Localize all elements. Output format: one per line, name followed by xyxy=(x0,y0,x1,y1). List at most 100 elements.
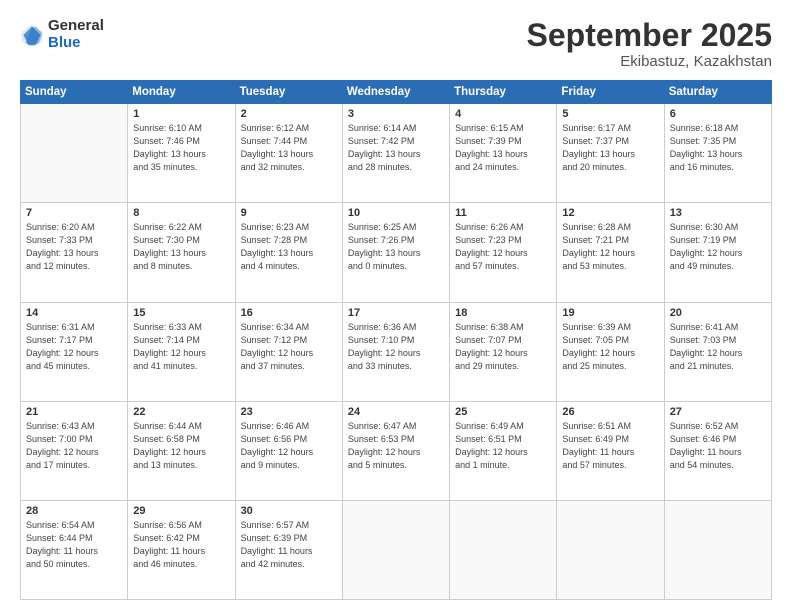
day-number: 3 xyxy=(348,108,444,120)
calendar-week-1: 1 Sunrise: 6:10 AM Sunset: 7:46 PM Daylig… xyxy=(21,104,772,203)
table-row: 7 Sunrise: 6:20 AM Sunset: 7:33 PM Daylig… xyxy=(21,203,128,302)
day-info: Sunrise: 6:14 AM Sunset: 7:42 PM Dayligh… xyxy=(348,122,444,174)
table-row: 6Sunrise: 6:18 AM Sunset: 7:35 PM Daylig… xyxy=(664,104,771,203)
table-row: 19 Sunrise: 6:39 AM Sunset: 7:05 PM Dayli… xyxy=(557,302,664,401)
day-number: 1 xyxy=(133,108,229,120)
day-number: 7 xyxy=(26,207,122,219)
table-row: 11Sunrise: 6:26 AM Sunset: 7:23 PM Dayli… xyxy=(450,203,557,302)
calendar-week-4: 21 Sunrise: 6:43 AM Sunset: 7:00 PM Dayli… xyxy=(21,401,772,500)
day-info: Sunrise: 6:41 AM Sunset: 7:03 PM Dayligh… xyxy=(670,321,766,373)
table-row: 18 Sunrise: 6:38 AM Sunset: 7:07 PM Dayli… xyxy=(450,302,557,401)
table-row: 9Sunrise: 6:23 AM Sunset: 7:28 PM Daylig… xyxy=(235,203,342,302)
day-info: Sunrise: 6:49 AM Sunset: 6:51 PM Dayligh… xyxy=(455,420,551,472)
day-number: 24 xyxy=(348,406,444,418)
day-info: Sunrise: 6:10 AM Sunset: 7:46 PM Dayligh… xyxy=(133,122,229,174)
table-row: 12Sunrise: 6:28 AM Sunset: 7:21 PM Dayli… xyxy=(557,203,664,302)
day-number: 16 xyxy=(241,307,337,319)
title-block: September 2025 Ekibastuz, Kazakhstan xyxy=(527,18,772,70)
table-row: 26Sunrise: 6:51 AM Sunset: 6:49 PM Dayli… xyxy=(557,401,664,500)
table-row: 13 Sunrise: 6:30 AM Sunset: 7:19 PM Dayli… xyxy=(664,203,771,302)
day-info: Sunrise: 6:44 AM Sunset: 6:58 PM Dayligh… xyxy=(133,420,229,472)
day-number: 29 xyxy=(133,505,229,517)
day-info: Sunrise: 6:22 AM Sunset: 7:30 PM Dayligh… xyxy=(133,221,229,273)
table-row: 2 Sunrise: 6:12 AM Sunset: 7:44 PM Daylig… xyxy=(235,104,342,203)
day-info: Sunrise: 6:31 AM Sunset: 7:17 PM Dayligh… xyxy=(26,321,122,373)
day-number: 26 xyxy=(562,406,658,418)
logo-icon xyxy=(20,23,44,47)
day-number: 23 xyxy=(241,406,337,418)
header: General Blue September 2025 Ekibastuz, K… xyxy=(20,18,772,70)
location: Ekibastuz, Kazakhstan xyxy=(527,53,772,70)
day-info: Sunrise: 6:52 AM Sunset: 6:46 PM Dayligh… xyxy=(670,420,766,472)
day-info: Sunrise: 6:36 AM Sunset: 7:10 PM Dayligh… xyxy=(348,321,444,373)
day-info: Sunrise: 6:57 AM Sunset: 6:39 PM Dayligh… xyxy=(241,519,337,571)
day-number: 12 xyxy=(562,207,658,219)
table-row xyxy=(664,500,771,599)
table-row: 22 Sunrise: 6:44 AM Sunset: 6:58 PM Dayli… xyxy=(128,401,235,500)
day-number: 13 xyxy=(670,207,766,219)
table-row: 23Sunrise: 6:46 AM Sunset: 6:56 PM Dayli… xyxy=(235,401,342,500)
table-row xyxy=(557,500,664,599)
table-row: 8 Sunrise: 6:22 AM Sunset: 7:30 PM Daylig… xyxy=(128,203,235,302)
day-info: Sunrise: 6:20 AM Sunset: 7:33 PM Dayligh… xyxy=(26,221,122,273)
day-number: 10 xyxy=(348,207,444,219)
day-info: Sunrise: 6:26 AM Sunset: 7:23 PM Dayligh… xyxy=(455,221,551,273)
table-row xyxy=(342,500,449,599)
page: General Blue September 2025 Ekibastuz, K… xyxy=(0,0,792,612)
day-info: Sunrise: 6:56 AM Sunset: 6:42 PM Dayligh… xyxy=(133,519,229,571)
logo: General Blue xyxy=(20,18,104,51)
day-number: 4 xyxy=(455,108,551,120)
table-row: 3 Sunrise: 6:14 AM Sunset: 7:42 PM Daylig… xyxy=(342,104,449,203)
table-row: 10 Sunrise: 6:25 AM Sunset: 7:26 PM Dayli… xyxy=(342,203,449,302)
table-row: 4Sunrise: 6:15 AM Sunset: 7:39 PM Daylig… xyxy=(450,104,557,203)
day-number: 5 xyxy=(562,108,658,120)
table-row: 14 Sunrise: 6:31 AM Sunset: 7:17 PM Dayli… xyxy=(21,302,128,401)
day-number: 17 xyxy=(348,307,444,319)
logo-general: General xyxy=(48,18,104,35)
logo-text: General Blue xyxy=(48,18,104,51)
day-number: 28 xyxy=(26,505,122,517)
col-wednesday: Wednesday xyxy=(342,81,449,104)
table-row: 21 Sunrise: 6:43 AM Sunset: 7:00 PM Dayli… xyxy=(21,401,128,500)
day-info: Sunrise: 6:17 AM Sunset: 7:37 PM Dayligh… xyxy=(562,122,658,174)
day-number: 8 xyxy=(133,207,229,219)
col-thursday: Thursday xyxy=(450,81,557,104)
calendar-week-5: 28 Sunrise: 6:54 AM Sunset: 6:44 PM Dayli… xyxy=(21,500,772,599)
col-saturday: Saturday xyxy=(664,81,771,104)
day-number: 15 xyxy=(133,307,229,319)
col-sunday: Sunday xyxy=(21,81,128,104)
table-row xyxy=(450,500,557,599)
day-info: Sunrise: 6:47 AM Sunset: 6:53 PM Dayligh… xyxy=(348,420,444,472)
day-info: Sunrise: 6:33 AM Sunset: 7:14 PM Dayligh… xyxy=(133,321,229,373)
day-number: 2 xyxy=(241,108,337,120)
day-info: Sunrise: 6:54 AM Sunset: 6:44 PM Dayligh… xyxy=(26,519,122,571)
table-row: 17 Sunrise: 6:36 AM Sunset: 7:10 PM Dayli… xyxy=(342,302,449,401)
table-row: 20Sunrise: 6:41 AM Sunset: 7:03 PM Dayli… xyxy=(664,302,771,401)
day-number: 25 xyxy=(455,406,551,418)
day-info: Sunrise: 6:43 AM Sunset: 7:00 PM Dayligh… xyxy=(26,420,122,472)
day-number: 22 xyxy=(133,406,229,418)
day-info: Sunrise: 6:12 AM Sunset: 7:44 PM Dayligh… xyxy=(241,122,337,174)
table-row: 28 Sunrise: 6:54 AM Sunset: 6:44 PM Dayli… xyxy=(21,500,128,599)
day-number: 19 xyxy=(562,307,658,319)
table-row: 30Sunrise: 6:57 AM Sunset: 6:39 PM Dayli… xyxy=(235,500,342,599)
col-tuesday: Tuesday xyxy=(235,81,342,104)
table-row: 5 Sunrise: 6:17 AM Sunset: 7:37 PM Daylig… xyxy=(557,104,664,203)
day-info: Sunrise: 6:39 AM Sunset: 7:05 PM Dayligh… xyxy=(562,321,658,373)
day-number: 18 xyxy=(455,307,551,319)
col-monday: Monday xyxy=(128,81,235,104)
day-info: Sunrise: 6:30 AM Sunset: 7:19 PM Dayligh… xyxy=(670,221,766,273)
day-number: 14 xyxy=(26,307,122,319)
table-row: 1 Sunrise: 6:10 AM Sunset: 7:46 PM Daylig… xyxy=(128,104,235,203)
day-info: Sunrise: 6:25 AM Sunset: 7:26 PM Dayligh… xyxy=(348,221,444,273)
table-row xyxy=(21,104,128,203)
calendar-week-2: 7 Sunrise: 6:20 AM Sunset: 7:33 PM Daylig… xyxy=(21,203,772,302)
table-row: 29 Sunrise: 6:56 AM Sunset: 6:42 PM Dayli… xyxy=(128,500,235,599)
table-row: 25 Sunrise: 6:49 AM Sunset: 6:51 PM Dayli… xyxy=(450,401,557,500)
day-info: Sunrise: 6:18 AM Sunset: 7:35 PM Dayligh… xyxy=(670,122,766,174)
table-row: 24 Sunrise: 6:47 AM Sunset: 6:53 PM Dayli… xyxy=(342,401,449,500)
calendar-table: Sunday Monday Tuesday Wednesday Thursday… xyxy=(20,80,772,600)
day-info: Sunrise: 6:38 AM Sunset: 7:07 PM Dayligh… xyxy=(455,321,551,373)
table-row: 27Sunrise: 6:52 AM Sunset: 6:46 PM Dayli… xyxy=(664,401,771,500)
day-number: 21 xyxy=(26,406,122,418)
